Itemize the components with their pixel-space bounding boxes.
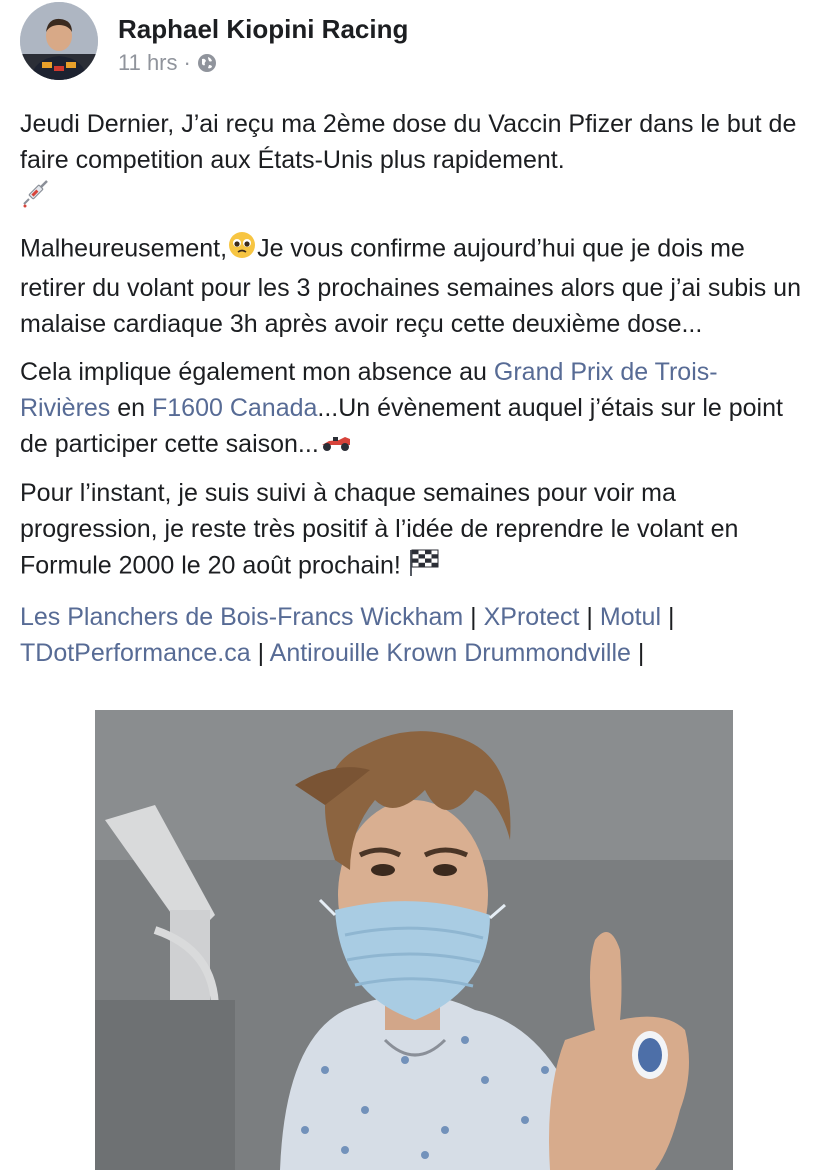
paragraph-3: Cela implique également mon absence au G… <box>20 354 805 463</box>
sponsor-link[interactable]: TDotPerformance.ca <box>20 639 251 667</box>
post-body: Jeudi Dernier, J’ai reçu ma 2ème dose du… <box>20 106 805 683</box>
paragraph-3-start: Cela implique également mon absence au <box>20 358 494 386</box>
checkered-flag-icon <box>408 547 440 587</box>
sponsor-link[interactable]: XProtect <box>484 603 580 631</box>
paragraph-4: Pour l’instant, je suis suivi à chaque s… <box>20 475 805 587</box>
post-photo[interactable] <box>95 710 733 1170</box>
paragraph-1-text: Jeudi Dernier, J’ai reçu ma 2ème dose du… <box>20 110 797 174</box>
paragraph-4-text: Pour l’instant, je suis suivi à chaque s… <box>20 479 739 580</box>
paragraph-2-start: Malheureusement, <box>20 234 228 263</box>
sponsor-link[interactable]: Antirouille Krown Drummondville <box>270 639 631 667</box>
sponsor-link[interactable]: Motul <box>600 603 661 631</box>
page-name[interactable]: Raphael Kiopini Racing <box>118 14 408 45</box>
paragraph-2: Malheureusement, Je vous confirme aujour… <box>20 230 805 342</box>
sponsor-link[interactable]: Les Planchers de Bois-Francs Wickham <box>20 603 463 631</box>
sponsor-trailing-separator: | <box>630 639 645 668</box>
paragraph-3-mid: en <box>110 394 152 422</box>
photo-illustration <box>95 710 733 1170</box>
paragraph-1: Jeudi Dernier, J’ai reçu ma 2ème dose du… <box>20 106 805 218</box>
sponsor-separator: | <box>463 603 484 632</box>
sponsor-separator: | <box>250 639 270 668</box>
pleading-face-icon <box>227 230 257 270</box>
globe-icon <box>197 53 217 73</box>
sponsor-separator: | <box>579 603 600 632</box>
meta-separator: · <box>183 50 191 75</box>
f1600-link[interactable]: F1600 Canada <box>152 394 317 422</box>
sponsor-links: Les Planchers de Bois-Francs Wickham | X… <box>20 599 805 671</box>
post-timestamp[interactable]: 11 hrs <box>118 50 178 76</box>
avatar[interactable] <box>20 2 98 80</box>
post-meta: 11 hrs · <box>118 50 217 76</box>
sponsor-separator: | <box>661 603 675 632</box>
syringe-icon <box>20 178 50 218</box>
racing-car-icon <box>319 427 353 463</box>
post-header: Raphael Kiopini Racing 11 hrs · <box>20 2 800 82</box>
